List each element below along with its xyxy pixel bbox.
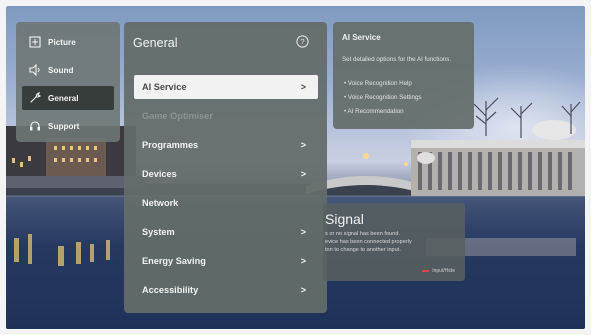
no-signal-text: ton to change to another input. [325, 247, 401, 253]
input-hide-label: Input/Hide [432, 268, 455, 274]
menu-item-programmes[interactable]: Programmes > [134, 133, 318, 157]
menu-item-energy-saving[interactable]: Energy Saving > [134, 249, 318, 273]
category-sound[interactable]: Sound [22, 58, 114, 82]
menu-item-label: Energy Saving [142, 256, 206, 266]
menu-item-label: AI Service [142, 82, 187, 92]
menu-item-label: Devices [142, 169, 177, 179]
ai-service-info-panel: AI Service Set detailed options for the … [333, 22, 474, 129]
info-bullet: • Voice Recognition Settings [344, 94, 422, 101]
category-label: General [48, 93, 79, 103]
menu-item-label: Programmes [142, 140, 199, 150]
tv-screen: Picture Sound General Support General ? … [6, 6, 585, 329]
settings-category-panel: Picture Sound General Support [16, 22, 120, 142]
no-signal-title: Signal [325, 211, 364, 227]
menu-item-devices[interactable]: Devices > [134, 162, 318, 186]
category-label: Sound [48, 65, 74, 75]
info-description: Set detailed options for the AI function… [342, 56, 452, 63]
svg-text:?: ? [300, 37, 304, 46]
chevron-right-icon: > [300, 256, 306, 266]
chevron-right-icon: > [300, 227, 306, 237]
menu-item-network[interactable]: Network [134, 191, 318, 215]
chevron-right-icon: > [300, 285, 306, 295]
chevron-right-icon: > [300, 140, 306, 150]
menu-item-label: System [142, 227, 175, 237]
sound-icon [28, 63, 42, 77]
general-settings-panel: General ? AI Service > Game Optimiser Pr… [124, 22, 327, 313]
chevron-right-icon: > [300, 82, 306, 92]
input-hide-hint[interactable]: Input/Hide [422, 268, 455, 274]
help-icon[interactable]: ? [296, 35, 309, 48]
category-general[interactable]: General [22, 86, 114, 110]
menu-item-label: Game Optimiser [142, 111, 213, 121]
no-signal-text: evice has been connected properly [325, 239, 412, 245]
wrench-icon [28, 91, 42, 105]
info-title: AI Service [342, 33, 381, 42]
category-label: Support [48, 121, 80, 131]
menu-item-label: Network [142, 198, 179, 208]
menu-item-system[interactable]: System > [134, 220, 318, 244]
no-signal-dialog: Signal s or no signal has been found. ev… [323, 203, 465, 281]
support-icon [28, 119, 42, 133]
picture-icon [28, 35, 42, 49]
panel-title: General [133, 36, 178, 50]
chevron-right-icon: > [300, 169, 306, 179]
tv-frame: Picture Sound General Support General ? … [0, 0, 591, 335]
red-button-icon [422, 270, 430, 272]
category-support[interactable]: Support [22, 114, 114, 138]
info-bullet: • AI Recommendation [344, 108, 404, 115]
info-bullet: • Voice Recognition Help [344, 80, 412, 87]
menu-item-accessibility[interactable]: Accessibility > [134, 278, 318, 302]
menu-item-game-optimiser: Game Optimiser [134, 104, 318, 128]
category-label: Picture [48, 37, 76, 47]
menu-item-label: Accessibility [142, 285, 199, 295]
no-signal-text: s or no signal has been found. [325, 231, 400, 237]
menu-item-ai-service[interactable]: AI Service > [134, 75, 318, 99]
category-picture[interactable]: Picture [22, 30, 114, 54]
